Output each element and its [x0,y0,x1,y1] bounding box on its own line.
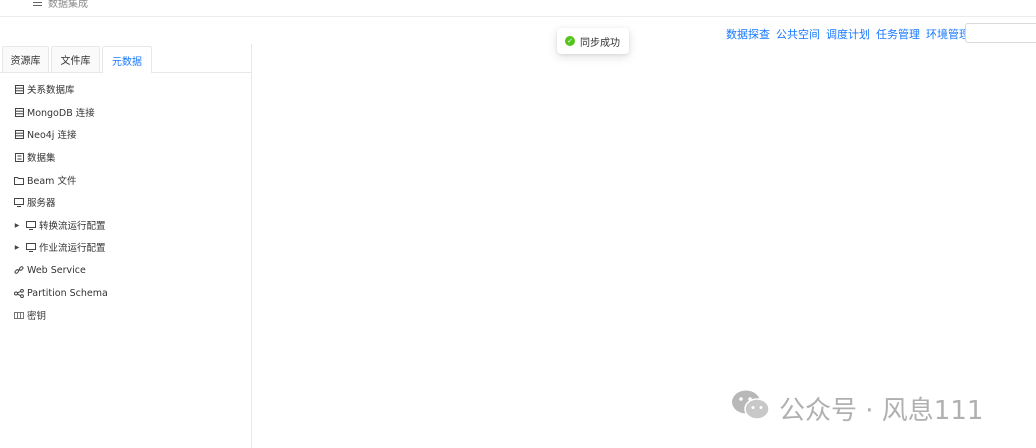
share-icon [14,288,24,298]
left-panel: 资源库 文件库 元数据 关系数据库 MongoDB 连接 Neo4j 连接 数据… [0,44,252,448]
tree-item-label: 数据集 [27,153,56,164]
panel-tabs: 资源库 文件库 元数据 [0,44,251,73]
tree-item-label: 转换流运行配置 [39,221,106,232]
folder-icon [14,175,24,185]
tree-item-relational-db[interactable]: 关系数据库 [14,79,75,99]
monitor-icon [26,242,36,252]
tree-item-label: Beam 文件 [27,176,77,187]
tree-item-mongodb[interactable]: MongoDB 连接 [14,102,95,122]
database-icon [14,84,24,94]
tree-item-label: 关系数据库 [27,85,75,96]
tree-item-secret-key[interactable]: 密钥 [14,305,46,325]
tab-metadata[interactable]: 元数据 [102,46,152,73]
tree-item-label: 服务器 [27,198,56,209]
tree-item-label: Partition Schema [27,287,108,299]
tree-item-dataset[interactable]: 数据集 [14,147,56,167]
tree-item-web-service[interactable]: Web Service [14,260,86,280]
tree-item-label: 密钥 [27,311,47,322]
tree-item-label: Neo4j 连接 [27,130,77,141]
top-bar: 数据集成 [0,0,1036,17]
tree-item-transform-config[interactable]: ▶ 转换流运行配置 [14,215,106,235]
tree-item-label: Web Service [27,264,86,276]
menu-icon [33,0,42,6]
dataset-icon [14,152,24,162]
nav-schedule-plan[interactable]: 调度计划 [826,26,870,42]
nav-public-space[interactable]: 公共空间 [776,26,820,42]
caret-right-icon[interactable]: ▶ [14,222,20,229]
nav-env-management[interactable]: 环境管理 [926,26,970,42]
tree-item-label: MongoDB 连接 [27,108,95,119]
nav-task-management[interactable]: 任务管理 [876,26,920,42]
tree-item-server[interactable]: 服务器 [14,192,56,212]
top-nav: 数据探查 公共空间 调度计划 任务管理 环境管理 [726,26,970,42]
tree-item-beam-file[interactable]: Beam 文件 [14,170,76,190]
monitor-icon [26,220,36,230]
app-root: 数据集成 数据探查 公共空间 调度计划 任务管理 环境管理 ✓ 同步成功 资源库… [0,0,1036,448]
tab-file-library[interactable]: 文件库 [51,46,100,72]
tree-item-neo4j[interactable]: Neo4j 连接 [14,124,76,144]
tab-repository[interactable]: 资源库 [2,46,49,72]
tree-item-partition-schema[interactable]: Partition Schema [14,283,108,303]
database-icon [14,107,24,117]
tree-item-label: 作业流运行配置 [39,243,106,254]
link-icon [14,265,24,275]
watermark-text: 公众号 · 风息111 [779,396,984,426]
database-icon [14,129,24,139]
watermark: 公众号 · 风息111 [731,388,983,429]
wechat-icon [731,388,771,429]
key-icon [14,310,24,320]
menu-title: 数据集成 [48,0,88,10]
caret-right-icon[interactable]: ▶ [14,244,20,251]
menu-toggle[interactable]: 数据集成 [33,0,88,10]
tree-item-job-config[interactable]: ▶ 作业流运行配置 [14,237,106,257]
nav-data-explore[interactable]: 数据探查 [726,26,770,42]
search-input[interactable] [965,23,1036,43]
monitor-icon [14,197,24,207]
